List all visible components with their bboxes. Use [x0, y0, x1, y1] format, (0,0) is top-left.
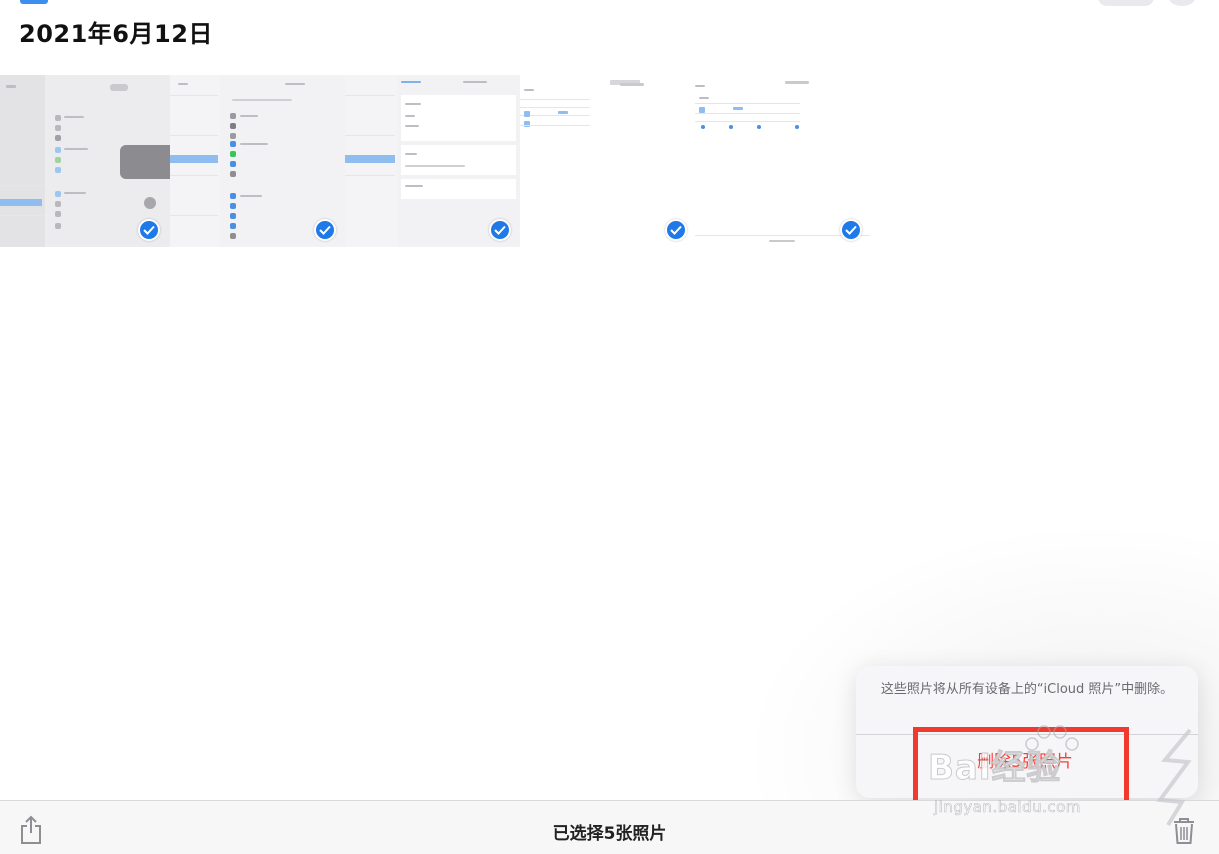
photo-thumbnail[interactable]: [170, 75, 345, 247]
photo-thumbnail[interactable]: [520, 75, 695, 247]
bottom-toolbar: 已选择5张照片: [0, 800, 1219, 854]
more-options-button[interactable]: [1168, 0, 1196, 6]
sheet-divider: [856, 734, 1198, 735]
selected-check-icon: [314, 219, 336, 241]
photo-grid: [0, 75, 870, 247]
photo-thumbnail[interactable]: [695, 75, 870, 247]
top-bar: 2021年6月12日: [0, 0, 1219, 60]
delete-confirmation-sheet: 这些照片将从所有设备上的“iCloud 照片”中删除。 删除5张照片: [856, 666, 1198, 798]
selected-check-icon: [138, 219, 160, 241]
selected-check-icon: [665, 219, 687, 241]
selected-check-icon: [489, 219, 511, 241]
photo-thumbnail[interactable]: [0, 75, 170, 247]
sidebar-toggle-icon[interactable]: [20, 0, 48, 4]
date-title: 2021年6月12日: [19, 20, 213, 48]
sheet-message: 这些照片将从所有设备上的“iCloud 照片”中删除。: [880, 682, 1174, 697]
photo-thumbnail[interactable]: [345, 75, 520, 247]
delete-photos-button[interactable]: 删除5张照片: [920, 742, 1130, 782]
selected-check-icon: [840, 219, 862, 241]
cancel-button[interactable]: [1098, 0, 1154, 6]
selection-count-label: 已选择5张照片: [552, 824, 667, 844]
trash-icon[interactable]: [1171, 815, 1197, 845]
